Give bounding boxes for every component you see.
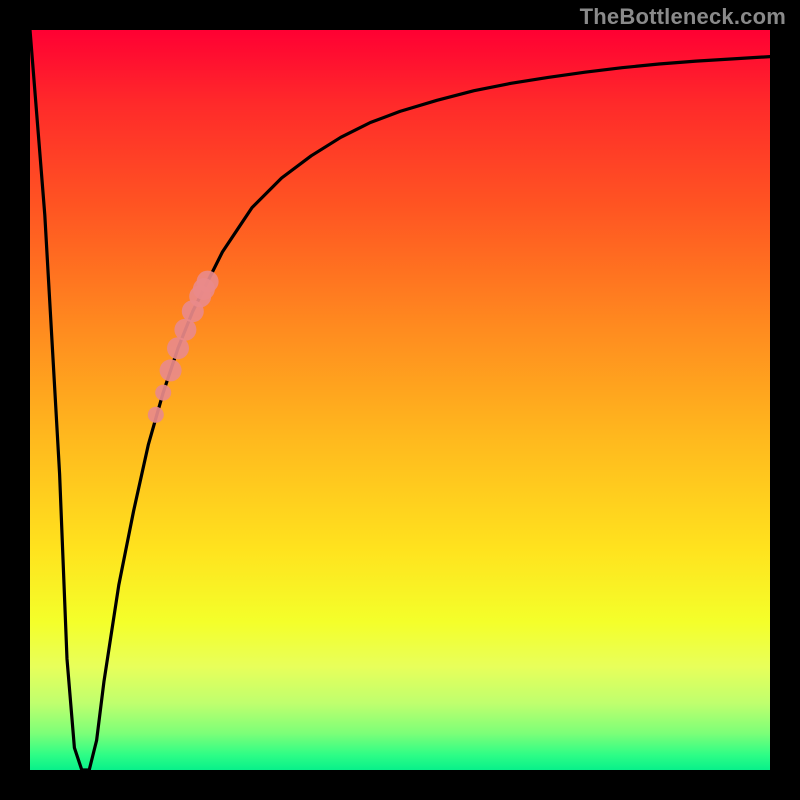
plot-area xyxy=(30,30,770,770)
curve-marker xyxy=(155,385,171,401)
watermark-text: TheBottleneck.com xyxy=(580,4,786,30)
chart-frame: TheBottleneck.com xyxy=(0,0,800,800)
bottleneck-curve xyxy=(30,30,770,770)
bottleneck-curve-svg xyxy=(30,30,770,770)
curve-marker xyxy=(160,359,182,381)
highlighted-segment xyxy=(148,271,219,423)
curve-marker xyxy=(197,271,219,293)
curve-marker xyxy=(148,407,164,423)
